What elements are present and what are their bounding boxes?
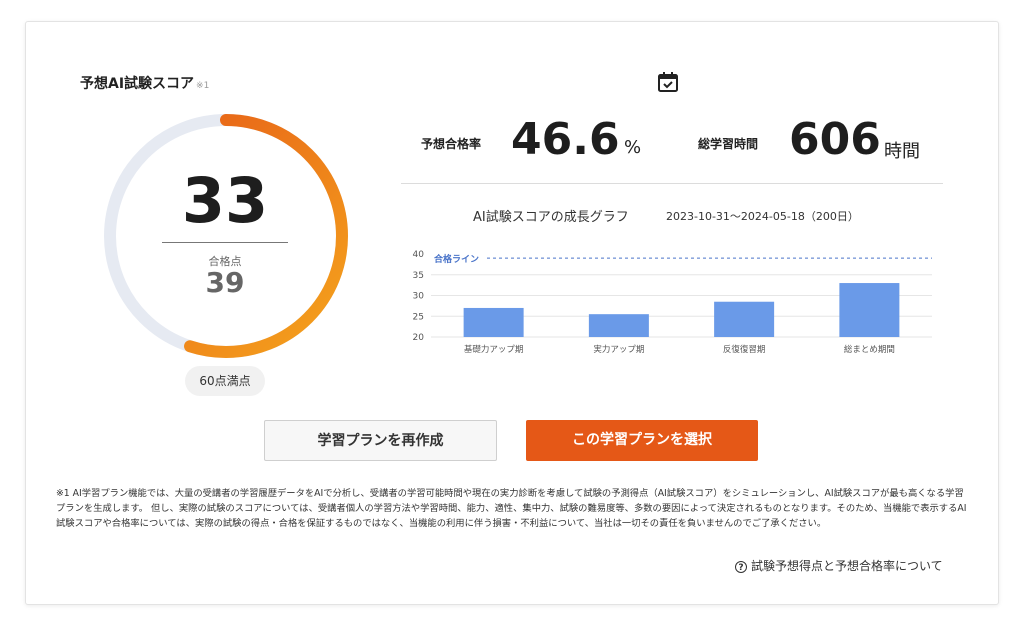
score-title-note: ※1 <box>196 81 210 91</box>
question-circle-icon: ? <box>735 560 747 573</box>
study-time-label: 総学習時間 <box>698 137 759 151</box>
graph-title: AI試験スコアの成長グラフ <box>473 210 629 225</box>
score-value: 33 <box>181 164 269 237</box>
x-tick-label: 実力アップ期 <box>593 344 644 355</box>
max-score-badge: 60点満点 <box>185 366 265 396</box>
score-growth-chart: 40 35 30 25 20 基礎力アップ期 実力アップ期 反復復習期 総まとめ期間 合格ライン <box>413 250 932 355</box>
bar <box>463 307 524 337</box>
recreate-plan-button[interactable]: 学習プランを再作成 <box>264 420 497 461</box>
pass-score-value: 39 <box>205 266 245 299</box>
y-tick-label: 25 <box>413 312 424 322</box>
calendar-check-icon[interactable] <box>656 70 680 94</box>
select-plan-button[interactable]: この学習プランを選択 <box>526 420 758 461</box>
x-tick-label: 反復復習期 <box>723 344 766 355</box>
study-time-unit: 時間 <box>884 141 920 162</box>
bar <box>588 314 649 337</box>
x-tick-label: 基礎力アップ期 <box>464 344 524 355</box>
about-score-link[interactable]: ? 試験予想得点と予想合格率について <box>735 557 943 574</box>
y-tick-label: 40 <box>413 250 425 260</box>
bar <box>839 283 900 337</box>
y-tick-label: 30 <box>413 292 425 302</box>
score-title: 予想AI試験スコア ※1 <box>80 76 210 92</box>
pass-line-label: 合格ライン <box>434 253 479 265</box>
about-score-link-label: 試験予想得点と予想合格率について <box>751 559 943 573</box>
stats-divider <box>401 183 943 184</box>
y-tick-label: 20 <box>413 333 425 343</box>
score-divider <box>162 242 288 243</box>
study-time-value: 606 <box>789 114 881 165</box>
bar <box>714 301 775 337</box>
graph-date-range: 2023-10-31～2024-05-18（200日） <box>666 210 859 223</box>
disclaimer-footnote: ※1 AI学習プラン機能では、大量の受講者の学習履歴データをAIで分析し、受講者… <box>56 488 967 529</box>
y-tick-label: 35 <box>413 271 424 281</box>
pass-rate-label: 予想合格率 <box>421 137 482 151</box>
pass-rate-unit: % <box>624 137 642 158</box>
x-tick-label: 総まとめ期間 <box>844 344 895 355</box>
pass-rate-value: 46.6 <box>511 114 620 165</box>
